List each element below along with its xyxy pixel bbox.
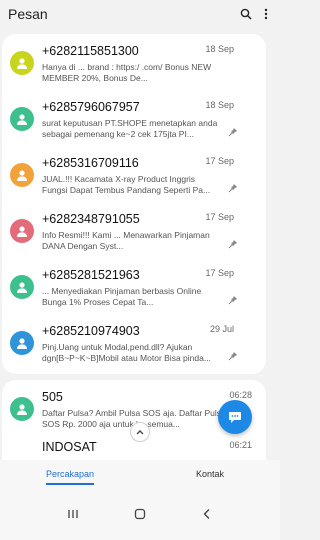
conversation-date: 17 Sep	[205, 156, 234, 166]
back-button[interactable]	[192, 499, 222, 529]
conversation-list: +6282115851300 18 Sep Hanya di ... brand…	[2, 34, 266, 374]
avatar	[10, 163, 34, 187]
conversation-sender: +6285796067957	[42, 100, 140, 114]
chevron-up-icon	[136, 430, 144, 435]
person-icon	[17, 338, 27, 349]
tab-kontak[interactable]: Kontak	[140, 460, 280, 488]
conversation-sender: +6282115851300	[42, 44, 139, 58]
conversation-sender: +6282348791055	[42, 212, 140, 226]
conversation-item[interactable]: +6285796067957 18 Sep surat keputusan PT…	[2, 90, 266, 144]
person-icon	[17, 58, 27, 69]
conversation-preview: Hanya di ... brand : https:/ .com/ Bonus…	[42, 62, 212, 83]
scroll-to-top-button[interactable]	[130, 422, 150, 442]
back-chevron-icon	[203, 509, 210, 519]
conversation-item[interactable]: +6285210974903 29 Jul Pinj.Uang untuk Mo…	[2, 314, 266, 368]
active-tab-indicator	[46, 483, 94, 485]
conversation-item[interactable]: +6285281521963 17 Sep ... Menyediakan Pi…	[2, 258, 266, 312]
avatar	[10, 51, 34, 75]
person-icon	[17, 282, 27, 293]
conversation-preview: Info Resmi!!! Kami ... Menawarkan Pinjam…	[42, 230, 210, 251]
conversation-preview: Pinj.Uang untuk Modal,pend.dll? Ajukan d…	[42, 342, 211, 363]
more-vertical-icon[interactable]	[264, 8, 268, 20]
recent-apps-icon	[68, 510, 78, 518]
app-header: Pesan	[0, 0, 280, 28]
avatar	[10, 107, 34, 131]
conversation-date: 29 Jul	[209, 324, 234, 334]
tab-label: Percakapan	[45, 469, 95, 479]
avatar	[10, 331, 34, 355]
conversation-date: 18 Sep	[205, 100, 234, 110]
person-icon	[17, 170, 27, 181]
home-button[interactable]	[125, 499, 155, 529]
page-title: Pesan	[8, 6, 48, 22]
person-icon	[17, 114, 27, 125]
conversation-preview: surat keputusan PT.SHOPE menetapkan anda…	[42, 118, 218, 139]
conversation-item[interactable]: +6285316709116 17 Sep JUAL.!!! Kacamata …	[2, 146, 266, 200]
avatar	[10, 275, 34, 299]
conversation-item[interactable]: +6282115851300 18 Sep Hanya di ... brand…	[2, 34, 266, 88]
system-navigation-bar	[0, 488, 280, 540]
conversation-sender: 505	[42, 390, 63, 404]
conversation-item[interactable]: +6282348791055 17 Sep Info Resmi!!! Kami…	[2, 202, 266, 256]
conversation-date: 06:21	[229, 440, 252, 450]
pin-icon	[228, 124, 238, 137]
chat-bubble-icon	[229, 412, 241, 423]
person-icon	[17, 226, 27, 237]
bottom-tabs: Percakapan Kontak	[0, 460, 280, 488]
conversation-date: 18 Sep	[205, 44, 234, 54]
conversation-sender: +6285210974903	[42, 324, 140, 338]
pin-icon	[228, 292, 238, 305]
pin-icon	[228, 348, 238, 361]
avatar	[10, 397, 34, 421]
conversation-sender: +6285316709116	[42, 156, 139, 170]
new-message-button[interactable]	[218, 400, 252, 434]
tab-percakapan[interactable]: Percakapan	[0, 460, 140, 488]
avatar	[10, 219, 34, 243]
recent-apps-button[interactable]	[58, 499, 88, 529]
conversation-date: 17 Sep	[205, 212, 234, 222]
conversation-date: 06:28	[229, 390, 252, 400]
home-icon	[134, 508, 146, 520]
search-icon[interactable]	[240, 8, 252, 20]
conversation-sender: INDOSAT	[42, 440, 97, 454]
conversation-sender: +6285281521963	[42, 268, 140, 282]
person-icon	[17, 404, 27, 415]
pin-icon	[228, 236, 238, 249]
header-actions	[240, 8, 272, 20]
conversation-preview: ... Menyediakan Pinjaman berbasis Online…	[42, 286, 202, 307]
conversation-date: 17 Sep	[205, 268, 234, 278]
conversation-preview: JUAL.!!! Kacamata X-ray Product Inggris …	[42, 174, 211, 195]
pin-icon	[228, 180, 238, 193]
tab-label: Kontak	[195, 469, 225, 479]
